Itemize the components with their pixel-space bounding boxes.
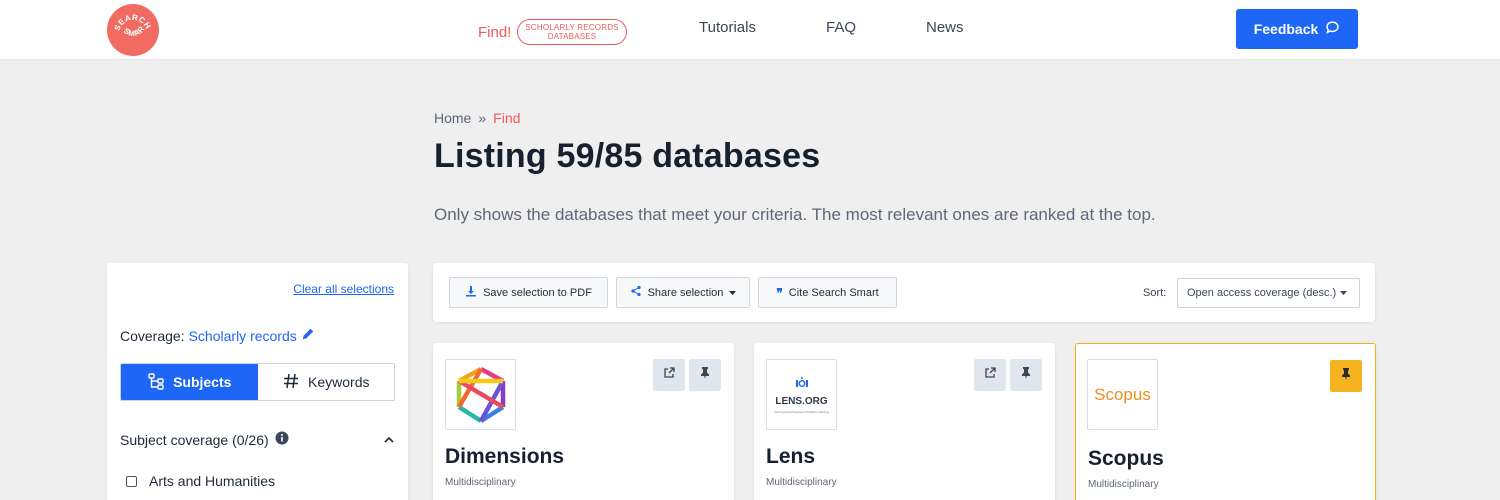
feedback-button[interactable]: Feedback xyxy=(1236,9,1358,49)
external-link-icon xyxy=(663,366,675,384)
dimensions-logo-icon xyxy=(456,366,505,423)
download-icon xyxy=(465,285,477,300)
pin-icon xyxy=(1021,366,1031,384)
subject-coverage-label: Subject coverage (0/26) xyxy=(120,431,269,448)
find-mode-pill[interactable]: SCHOLARLY RECORDS DATABASES xyxy=(517,19,627,45)
find-pill-line1: SCHOLARLY RECORDS xyxy=(525,23,619,32)
breadcrumb-separator: » xyxy=(478,110,487,126)
logo-icon: SEARCH SMART xyxy=(107,4,152,38)
database-card[interactable]: Dimensions Multidisciplinary xyxy=(433,343,734,500)
pin-icon xyxy=(1341,367,1351,385)
breadcrumb-home[interactable]: Home xyxy=(434,110,471,126)
share-selection-button[interactable]: Share selection xyxy=(616,277,750,308)
open-link-button[interactable] xyxy=(974,359,1006,391)
share-icon xyxy=(630,285,642,300)
caret-down-icon xyxy=(1340,287,1348,299)
filter-sidebar: Clear all selections Coverage: Scholarly… xyxy=(107,263,408,500)
scopus-logo: Scopus xyxy=(1087,359,1158,430)
chat-bubble-icon xyxy=(1325,20,1340,38)
coverage-label: Coverage: xyxy=(120,327,185,344)
card-title[interactable]: Lens xyxy=(766,445,815,469)
sort-value: Open access coverage (desc.) xyxy=(1187,287,1337,299)
hashtag-icon xyxy=(282,372,300,393)
cite-button[interactable]: ❞ Cite Search Smart xyxy=(758,277,897,308)
results-toolbar: Save selection to PDF Share selection ❞ … xyxy=(433,263,1375,322)
lens-logo-text: LENS.ORG xyxy=(775,396,828,407)
info-icon[interactable] xyxy=(275,431,289,448)
breadcrumb: Home » Find xyxy=(434,110,520,126)
subject-label: Arts and Humanities xyxy=(149,473,276,489)
tab-keywords-label: Keywords xyxy=(308,374,370,390)
subject-coverage-header[interactable]: Subject coverage (0/26) xyxy=(120,431,395,448)
breadcrumb-current: Find xyxy=(493,110,521,126)
card-category: Multidisciplinary xyxy=(766,477,837,488)
pencil-icon[interactable] xyxy=(301,327,315,344)
tab-subjects-label: Subjects xyxy=(173,374,232,390)
lens-mark-icon xyxy=(795,375,809,393)
card-title[interactable]: Scopus xyxy=(1088,447,1164,471)
filter-mode-toggle: Subjects Keywords xyxy=(120,363,395,401)
tab-keywords[interactable]: Keywords xyxy=(257,364,394,400)
coverage-row: Coverage: Scholarly records xyxy=(120,327,315,344)
card-category: Multidisciplinary xyxy=(445,477,516,488)
tab-subjects[interactable]: Subjects xyxy=(121,364,258,400)
nav-faq[interactable]: FAQ xyxy=(826,19,856,36)
sort-label: Sort: xyxy=(1143,287,1167,299)
pin-button-active[interactable] xyxy=(1330,360,1362,392)
chevron-up-icon[interactable] xyxy=(383,433,395,449)
card-category: Multidisciplinary xyxy=(1088,479,1159,490)
page-title: Listing 59/85 databases xyxy=(434,137,821,175)
caret-down-icon xyxy=(729,287,737,299)
hierarchy-icon xyxy=(147,372,165,393)
card-title[interactable]: Dimensions xyxy=(445,445,564,469)
feedback-label: Feedback xyxy=(1253,21,1319,37)
top-navbar: SEARCH SMART Find! SCHOLARLY RECORDS DAT… xyxy=(0,0,1500,60)
find-pill-line2: DATABASES xyxy=(547,32,597,41)
database-card[interactable]: LENS.ORG Serving the Progress of Problem… xyxy=(754,343,1055,500)
lens-logo: LENS.ORG Serving the Progress of Problem… xyxy=(766,359,837,430)
pin-button[interactable] xyxy=(689,359,721,391)
save-pdf-button[interactable]: Save selection to PDF xyxy=(449,277,608,308)
clear-all-selections-link[interactable]: Clear all selections xyxy=(293,282,394,296)
share-selection-label: Share selection xyxy=(647,286,724,299)
quote-icon: ❞ xyxy=(776,285,783,300)
subject-checkbox[interactable] xyxy=(126,475,137,487)
save-pdf-label: Save selection to PDF xyxy=(483,286,592,299)
pin-button[interactable] xyxy=(1010,359,1042,391)
search-smart-logo[interactable]: SEARCH SMART xyxy=(107,4,159,56)
coverage-value[interactable]: Scholarly records xyxy=(189,328,297,344)
nav-news[interactable]: News xyxy=(926,19,964,36)
external-link-icon xyxy=(984,366,996,384)
cite-label: Cite Search Smart xyxy=(788,286,879,299)
dimensions-logo xyxy=(445,359,516,430)
nav-find-label: Find! xyxy=(478,23,512,41)
scopus-logo-text: Scopus xyxy=(1094,384,1151,404)
lens-logo-tagline: Serving the Progress of Problem Solving xyxy=(774,410,829,414)
sort-select[interactable]: Open access coverage (desc.) xyxy=(1177,278,1360,308)
pin-icon xyxy=(700,366,710,384)
open-link-button[interactable] xyxy=(653,359,685,391)
nav-find[interactable]: Find! SCHOLARLY RECORDS DATABASES xyxy=(478,19,627,45)
nav-tutorials[interactable]: Tutorials xyxy=(699,19,756,36)
database-card-pinned[interactable]: Scopus Scopus Multidisciplinary xyxy=(1075,343,1376,500)
subject-item-arts-humanities[interactable]: Arts and Humanities xyxy=(126,473,275,489)
page-subtitle: Only shows the databases that meet your … xyxy=(434,205,1156,224)
